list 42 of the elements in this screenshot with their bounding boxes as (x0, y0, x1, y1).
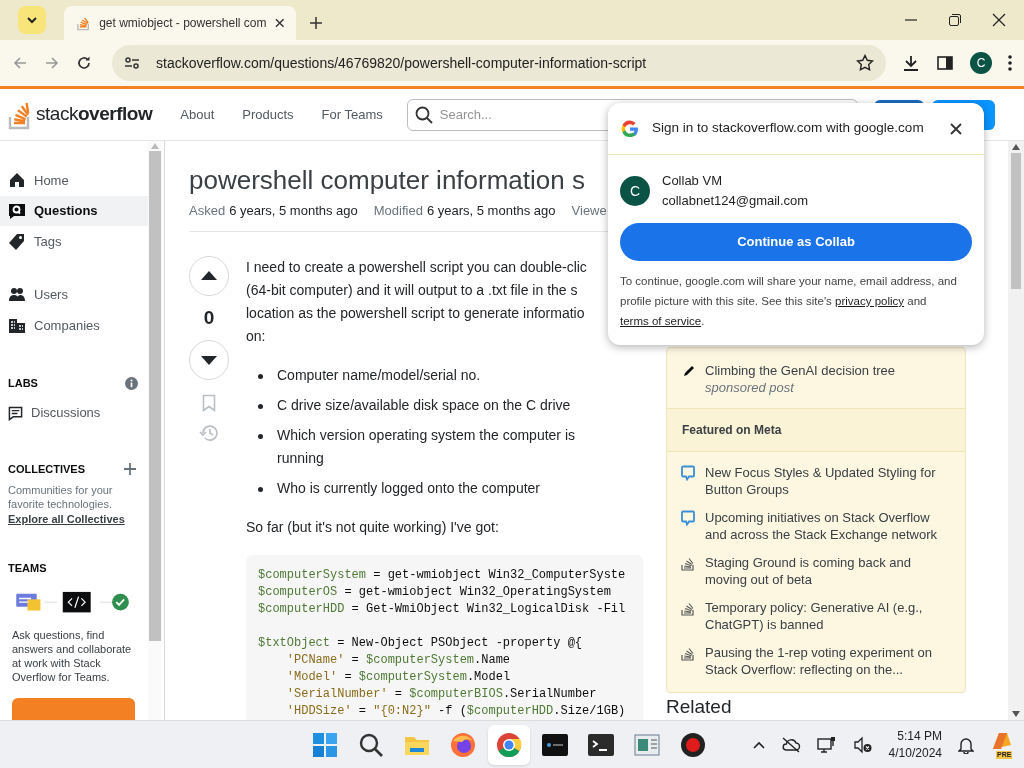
section-heading: LABS (8, 375, 38, 391)
dialog-title: Sign in to stackoverflow.com with google.com (652, 119, 925, 138)
code-line: $computerHDD = Get-WmiObject Win32_LogicalDisk -Fil (258, 600, 626, 618)
meta-label: Modified (373, 202, 423, 220)
account-avatar: C (620, 176, 650, 206)
clock-date: 4/10/2024 (888, 744, 942, 762)
url-text: stackoverflow.com/questions/46769820/powershell-computer-information-script (156, 53, 648, 73)
list-item-text: C drive size/available disk space on the C drive (277, 395, 571, 415)
question-title: powershell computer information s (189, 164, 585, 197)
code-line: 'Model' = $computerSystem.Model (285, 668, 511, 686)
code-line: $computerOS = get-wmiobject Win32_OperatingSystem (258, 583, 611, 601)
body-text: on: (246, 326, 266, 346)
account-email: collabnet124@gmail.com (662, 192, 809, 210)
body-text: So far (but it's not quite working) I've got: (246, 517, 500, 537)
list-item-text: Who is currently logged onto the computer (277, 478, 541, 498)
logo-wordmark: stackoverflow (36, 102, 153, 127)
meta-label: Asked (189, 202, 226, 220)
body-text: location as the powershell script to generate informatio (246, 303, 585, 323)
code-line: $computerSystem = get-wmiobject Win32_ComputerSyste (258, 566, 626, 584)
list-item-text: Which version operating system the computer is running (277, 425, 576, 468)
code-line: 'SerialNumber' = $computerBIOS.SerialNumber (285, 685, 597, 703)
list-item-text: Computer name/model/serial no. (277, 365, 481, 385)
tab-title: get wmiobject - powershell com (99, 15, 267, 32)
meta-value: 6 years, 5 months ago (229, 202, 358, 220)
code-line: $txtObject = New-Object PSObject -property @{ (258, 634, 583, 652)
dialog-notice: To continue, google.com will share your name, email address, and profile picture with this site. See this site's privacy policy and terms of service. (619, 274, 958, 329)
section-heading: TEAMS (7, 560, 48, 576)
collectives-description: Communities for your favorite technologies. (7, 483, 114, 512)
widget-header: Featured on Meta (667, 408, 965, 452)
meta-value: 6 years, 5 months ago (426, 202, 556, 220)
account-name: Collab VM (662, 172, 723, 190)
body-text: I need to create a powershell script you can double-clic (246, 257, 587, 277)
section-heading: Related (666, 697, 732, 717)
post-note: sponsored post (705, 379, 796, 396)
code-line: 'PCName' = $computerSystem.Name (285, 651, 511, 669)
clock-time: 5:14 PM (897, 727, 942, 745)
vote-count: 0 (203, 305, 215, 330)
body-text: (64-bit computer) and it will output to a .txt file in the s (246, 280, 578, 300)
teams-description: Ask questions, find answers and collaborate at work with Stack Overflow for Teams. (11, 627, 133, 684)
code-line: 'HDDSize' = "{0:N2}" -f ($computerHDD.Size/1GB) (285, 702, 626, 720)
meta-label: Viewe (571, 202, 607, 220)
section-heading: COLLECTIVES (8, 461, 85, 477)
